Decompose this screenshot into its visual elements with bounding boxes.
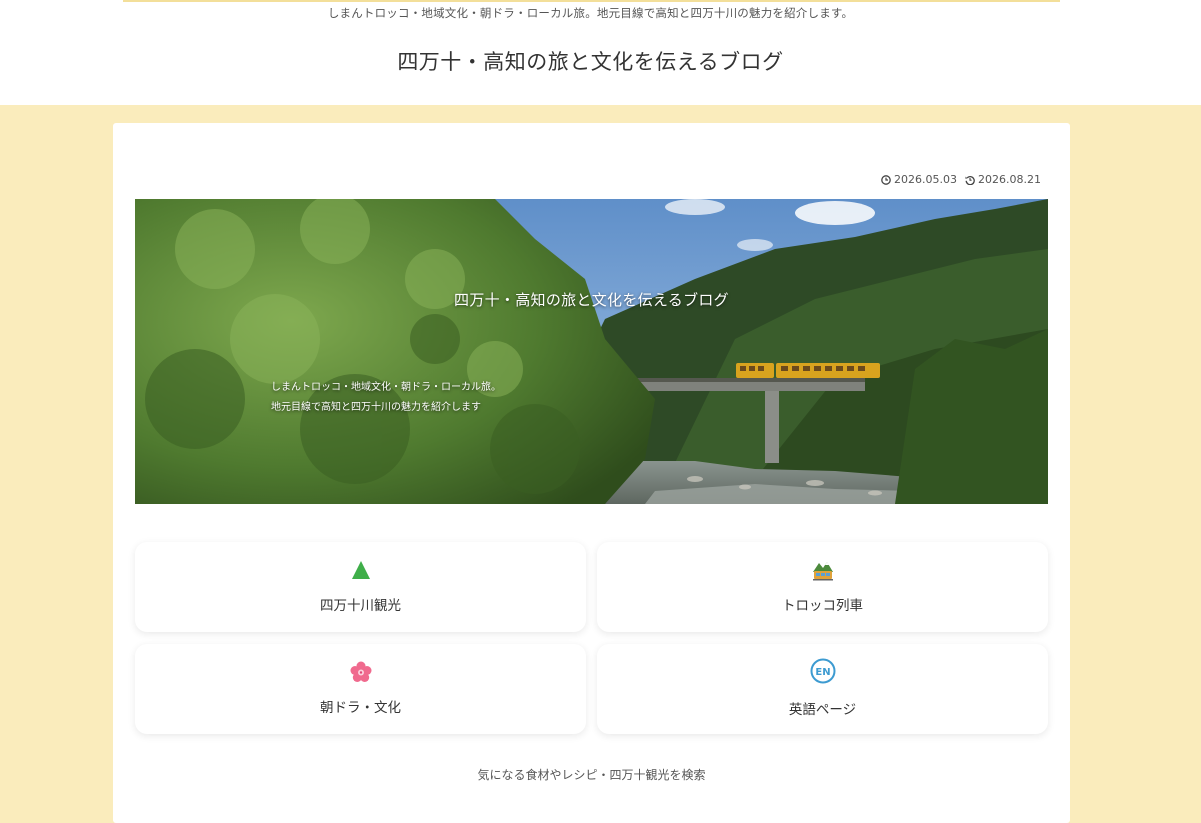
hero-title: 四万十・高知の旅と文化を伝えるブログ: [454, 291, 729, 309]
search-hint: 気になる食材やレシピ・四万十観光を検索: [477, 768, 706, 782]
category-card-shimanto-sightseeing[interactable]: 四万十川観光: [135, 542, 586, 632]
category-card-english-page[interactable]: EN 英語ページ: [597, 644, 1048, 734]
hero-subtitle: しまんトロッコ・地域文化・朝ドラ・ローカル旅。 地元目線で高知と四万十川の魅力を…: [271, 378, 501, 418]
updated-date: 2026.08.21: [965, 173, 1041, 186]
cherry-blossom-icon: [349, 660, 373, 684]
category-label: 英語ページ: [788, 702, 857, 718]
category-card-torokko-train[interactable]: トロッコ列車: [597, 542, 1048, 632]
svg-text:EN: EN: [815, 667, 830, 678]
published-date: 2026.05.03: [881, 173, 957, 186]
site-title[interactable]: 四万十・高知の旅と文化を伝えるブログ: [0, 46, 1181, 76]
hero-landscape: [135, 199, 1048, 504]
site-header: しまんトロッコ・地域文化・朝ドラ・ローカル旅。地元目線で高知と四万十川の魅力を紹…: [0, 0, 1201, 105]
updated-date-text: 2026.08.21: [978, 173, 1041, 186]
hero-image: 四万十・高知の旅と文化を伝えるブログ しまんトロッコ・地域文化・朝ドラ・ローカル…: [135, 199, 1048, 504]
header-accent-line: [123, 0, 1060, 2]
en-circle-icon: EN: [810, 658, 836, 684]
post-dates: 2026.05.03 2026.08.21: [881, 173, 1041, 186]
category-label: 朝ドラ・文化: [320, 700, 401, 716]
mountain-railway-icon: [811, 558, 835, 582]
clock-icon: [881, 174, 891, 185]
hero-subtitle-line-2: 地元目線で高知と四万十川の魅力を紹介します: [271, 402, 481, 413]
site-tagline: しまんトロッコ・地域文化・朝ドラ・ローカル旅。地元目線で高知と四万十川の魅力を紹…: [327, 6, 854, 20]
category-label: トロッコ列車: [782, 598, 863, 614]
category-label: 四万十川観光: [320, 598, 401, 614]
mountain-icon: [349, 558, 373, 582]
main-content: 2026.05.03 2026.08.21 四万十・高知の旅と文化を伝えるブログ…: [113, 123, 1070, 823]
history-icon: [965, 175, 975, 185]
category-card-asadora-culture[interactable]: 朝ドラ・文化: [135, 644, 586, 734]
published-date-text: 2026.05.03: [894, 173, 958, 186]
hero-subtitle-line-1: しまんトロッコ・地域文化・朝ドラ・ローカル旅。: [271, 382, 501, 393]
